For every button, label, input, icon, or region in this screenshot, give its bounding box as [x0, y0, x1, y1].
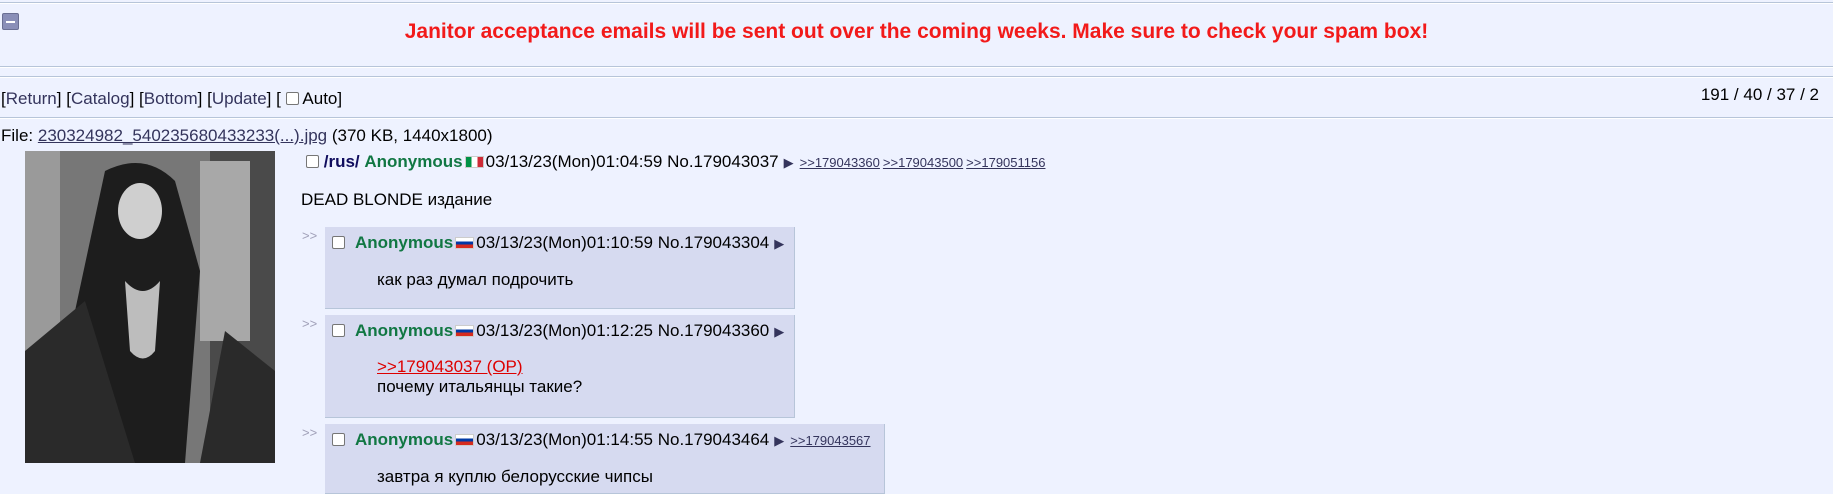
reply-arrow: >>	[302, 228, 318, 243]
op-thumbnail-image[interactable]	[25, 151, 275, 463]
bottom-link[interactable]: Bottom	[144, 89, 198, 108]
divider	[0, 66, 1833, 68]
post-menu-icon[interactable]: ▶	[774, 324, 784, 339]
post-menu-icon[interactable]: ▶	[784, 155, 794, 170]
reply-post-info: Anonymous 03/13/23(Mon)01:12:25 No.179043…	[332, 321, 790, 341]
thread-stats: 191 / 40 / 37 / 2	[1700, 85, 1819, 104]
post-number[interactable]: No.179043360	[658, 321, 770, 340]
post-select-checkbox[interactable]	[332, 324, 345, 337]
post-datetime: 03/13/23(Mon)01:14:55	[476, 430, 653, 449]
divider	[0, 76, 1833, 78]
thread-nav: [Return] [Catalog] [Bottom] [Update] [ A…	[1, 89, 343, 108]
post-select-checkbox[interactable]	[332, 433, 345, 446]
reply-post: Anonymous 03/13/23(Mon)01:10:59 No.179043…	[325, 227, 795, 309]
post-datetime: 03/13/23(Mon)01:10:59	[476, 233, 653, 252]
reply-message: как раз думал подрочить	[377, 270, 574, 289]
op-select-checkbox[interactable]	[306, 155, 319, 168]
file-link[interactable]: 230324982_540235680433233(...).jpg	[38, 126, 327, 145]
post-number[interactable]: No.179043037	[667, 152, 779, 171]
italy-flag-icon	[464, 156, 484, 168]
top-divider	[0, 2, 1833, 4]
post-datetime: 03/13/23(Mon)01:12:25	[476, 321, 653, 340]
post-datetime: 03/13/23(Mon)01:04:59	[485, 152, 663, 171]
backlink[interactable]: >>179051156	[966, 155, 1045, 170]
auto-update-checkbox[interactable]	[285, 92, 299, 105]
poster-name: Anonymous	[355, 430, 454, 449]
divider	[0, 117, 1833, 119]
post-menu-icon[interactable]: ▶	[774, 433, 784, 448]
russia-flag-icon	[455, 237, 475, 249]
russia-flag-icon	[455, 434, 475, 446]
russia-flag-icon	[455, 325, 475, 337]
post-number[interactable]: No.179043304	[658, 233, 770, 252]
board-name: /rus/	[323, 152, 360, 171]
backlink[interactable]: >>179043360	[800, 155, 880, 170]
op-quote-link[interactable]: >>179043037 (OP)	[377, 357, 523, 376]
file-info: File: 230324982_540235680433233(...).jpg…	[1, 126, 493, 145]
post-select-checkbox[interactable]	[332, 236, 345, 249]
backlink[interactable]: >>179043567	[790, 433, 870, 448]
announcement-banner: Janitor acceptance emails will be sent o…	[404, 20, 1429, 43]
op-post-info: /rus/ Anonymous 03/13/23(Mon)01:04:59 No.…	[306, 152, 1048, 172]
reply-arrow: >>	[302, 316, 318, 331]
poster-name: Anonymous	[355, 233, 454, 252]
poster-name: Anonymous	[364, 152, 463, 171]
op-comment: DEAD BLONDE издание	[301, 190, 493, 209]
reply-post: Anonymous 03/13/23(Mon)01:14:55 No.179043…	[325, 424, 885, 494]
backlink[interactable]: >>179043500	[883, 155, 963, 170]
return-link[interactable]: Return	[6, 89, 57, 108]
reply-post-info: Anonymous 03/13/23(Mon)01:10:59 No.179043…	[332, 233, 790, 253]
reply-post-info: Anonymous 03/13/23(Mon)01:14:55 No.179043…	[332, 430, 874, 450]
reply-message: >>179043037 (OP) почему итальянцы такие?	[377, 357, 583, 396]
update-link[interactable]: Update	[212, 89, 267, 108]
poster-name: Anonymous	[355, 321, 454, 340]
post-menu-icon[interactable]: ▶	[774, 236, 784, 251]
post-number[interactable]: No.179043464	[658, 430, 770, 449]
reply-arrow: >>	[302, 425, 318, 440]
catalog-link[interactable]: Catalog	[71, 89, 130, 108]
reply-message: завтра я куплю белорусские чипсы	[377, 467, 653, 486]
reply-post: Anonymous 03/13/23(Mon)01:12:25 No.179043…	[325, 315, 795, 418]
auto-label: Auto	[302, 89, 338, 108]
file-meta: (370 KB, 1440x1800)	[331, 126, 493, 145]
